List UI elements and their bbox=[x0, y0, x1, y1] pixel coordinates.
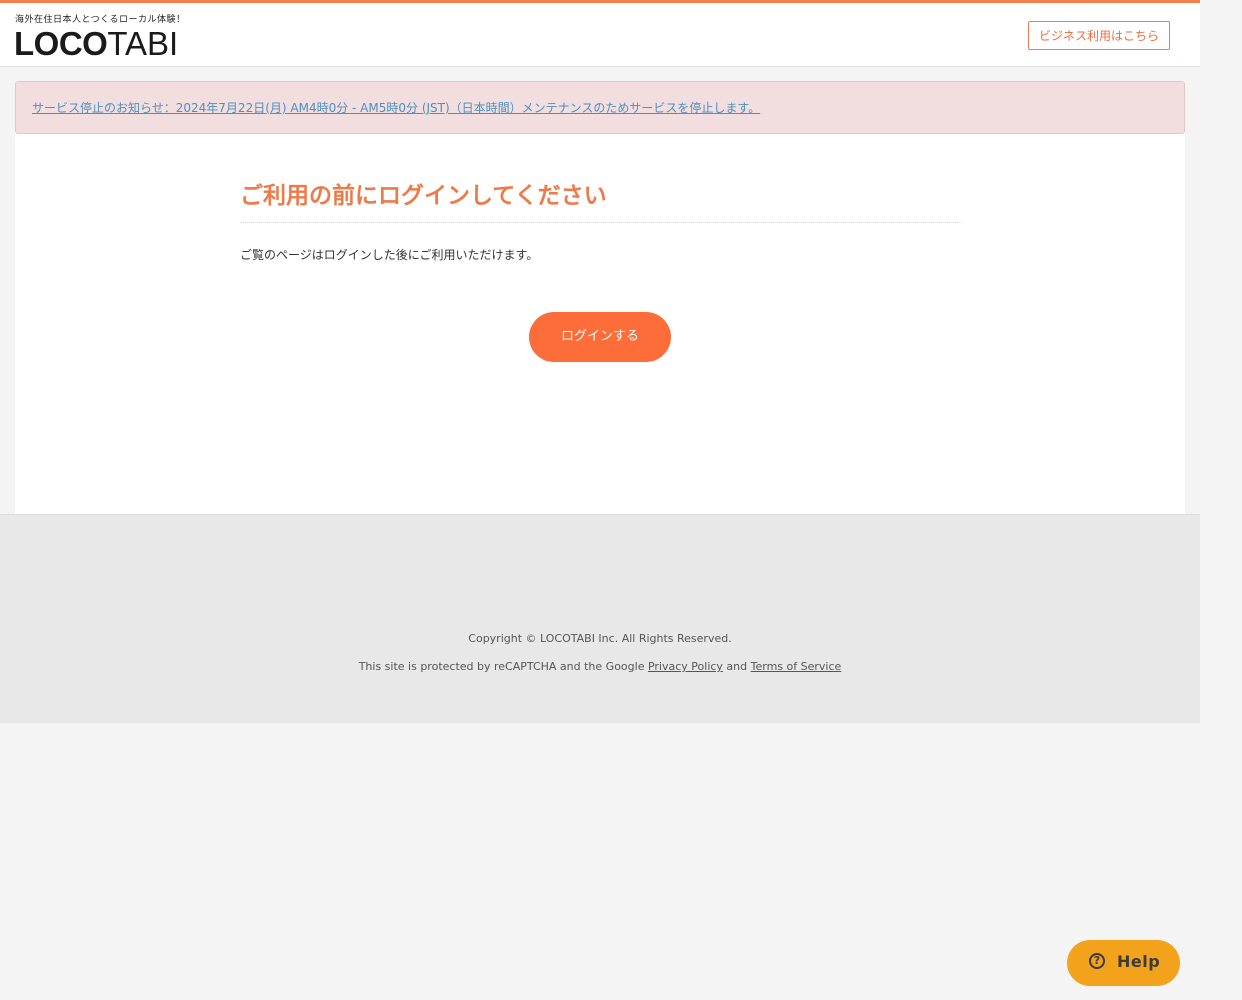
site-logo[interactable]: LOCOTABI bbox=[14, 26, 178, 62]
privacy-policy-link[interactable]: Privacy Policy bbox=[648, 660, 723, 673]
page-title: ご利用の前にログインしてください bbox=[240, 183, 607, 209]
help-label: Help bbox=[1117, 952, 1161, 971]
site-tagline: 海外在住日本人とつくるローカル体験！ bbox=[15, 15, 186, 25]
maintenance-notice-link[interactable]: サービス停止のお知らせ：2024年7月22日(月) AM4時0分 - AM5時0… bbox=[32, 99, 760, 116]
login-button[interactable]: ログインする bbox=[529, 312, 671, 362]
question-circle-icon: ? bbox=[1089, 953, 1105, 969]
title-divider bbox=[240, 222, 962, 223]
copyright-text: Copyright © LOCOTABI Inc. All Rights Res… bbox=[468, 632, 732, 645]
terms-of-service-link[interactable]: Terms of Service bbox=[751, 660, 842, 673]
login-description: ご覧のページはログインした後にご利用いただけます。 bbox=[240, 248, 539, 262]
recaptcha-notice: This site is protected by reCAPTCHA and … bbox=[0, 660, 1200, 673]
site-header: 海外在住日本人とつくるローカル体験！ LOCOTABI ビジネス利用はこちら bbox=[0, 0, 1200, 67]
recaptcha-prefix: This site is protected by reCAPTCHA and … bbox=[358, 660, 648, 673]
help-button[interactable]: ? Help bbox=[1067, 940, 1180, 986]
main-content bbox=[15, 81, 1185, 515]
site-footer: Copyright © LOCOTABI Inc. All Rights Res… bbox=[0, 514, 1200, 723]
page: 海外在住日本人とつくるローカル体験！ LOCOTABI ビジネス利用はこちら サ… bbox=[0, 0, 1200, 1000]
recaptcha-and: and bbox=[722, 660, 751, 673]
logo-light-text: TABI bbox=[107, 25, 179, 62]
logo-bold-text: LOCO bbox=[14, 25, 108, 62]
maintenance-notice: サービス停止のお知らせ：2024年7月22日(月) AM4時0分 - AM5時0… bbox=[15, 81, 1185, 134]
business-use-button[interactable]: ビジネス利用はこちら bbox=[1028, 21, 1170, 50]
